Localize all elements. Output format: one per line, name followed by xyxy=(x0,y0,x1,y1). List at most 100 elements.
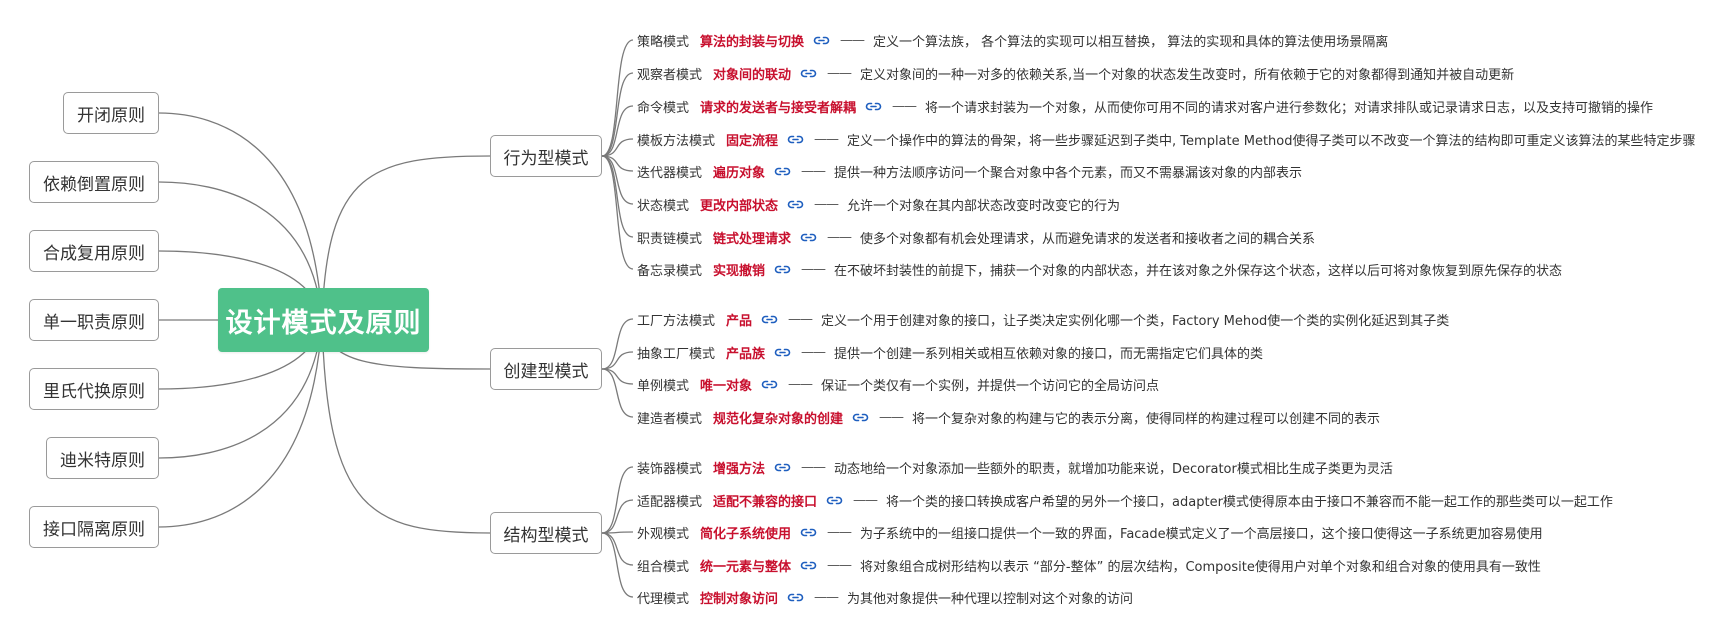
pattern-dash: —— xyxy=(879,409,904,425)
pattern-row[interactable]: 迭代器模式 遍历对象 —— 提供一种方法顺序访问一个聚合对象中各个元素，而又不需暴漏该… xyxy=(637,157,1302,185)
pattern-dash: —— xyxy=(853,492,878,508)
link-icon[interactable] xyxy=(787,134,804,145)
pattern-description: 提供一种方法顺序访问一个聚合对象中各个元素，而又不需暴漏该对象的内部表示 xyxy=(834,165,1303,181)
pattern-row[interactable]: 组合模式 统一元素与整体 —— 将对象组合成树形结构以表示 “部分-整体” 的层次结构… xyxy=(637,551,1541,579)
principle-label: 接口隔离原则 xyxy=(43,519,145,540)
pattern-row[interactable]: 外观模式 简化子系统使用 —— 为子系统中的一组接口提供一个一致的界面，Facade模… xyxy=(637,518,1543,546)
pattern-keyword: 简化子系统使用 xyxy=(700,526,792,542)
pattern-keyword: 算法的封装与切换 xyxy=(700,34,805,50)
pattern-row[interactable]: 职责链模式 链式处理请求 —— 使多个对象都有机会处理请求，从而避免请求的发送者和接收… xyxy=(637,223,1315,251)
pattern-connector xyxy=(601,499,634,534)
link-icon[interactable] xyxy=(761,314,778,325)
pattern-keyword: 实现撤销 xyxy=(713,263,766,279)
link-icon[interactable] xyxy=(800,560,817,571)
pattern-name: 策略模式 xyxy=(637,34,690,50)
link-icon[interactable] xyxy=(787,199,804,210)
pattern-connector xyxy=(601,39,634,157)
pattern-description: 使多个对象都有机会处理请求，从而避免请求的发送者和接收者之间的耦合关系 xyxy=(860,231,1316,247)
pattern-row[interactable]: 抽象工厂模式 产品族 —— 提供一个创建一系列相关或相互依赖对象的接口，而无需指定它们… xyxy=(637,338,1263,366)
principle-label: 开闭原则 xyxy=(77,105,145,126)
pattern-description: 定义一个操作中的算法的骨架，将一些步骤延迟到子类中, Template Meth… xyxy=(847,133,1696,149)
pattern-description: 将一个类的接口转换成客户希望的另外一个接口，adapter模式使得原本由于接口不… xyxy=(886,494,1613,510)
pattern-name: 命令模式 xyxy=(637,100,690,116)
pattern-connector xyxy=(601,155,634,238)
link-icon[interactable] xyxy=(774,264,791,275)
pattern-connector xyxy=(601,318,634,370)
pattern-dash: —— xyxy=(892,98,917,114)
link-icon[interactable] xyxy=(800,527,817,538)
pattern-name: 外观模式 xyxy=(637,526,690,542)
principle-node-demeter[interactable]: 迪米特原则 xyxy=(46,437,159,479)
category-node-behavioral[interactable]: 行为型模式 xyxy=(490,135,602,177)
pattern-row[interactable]: 模板方法模式 固定流程 —— 定义一个操作中的算法的骨架，将一些步骤延迟到子类中, T… xyxy=(637,125,1696,153)
root-label: 设计模式及原则 xyxy=(225,307,422,339)
category-node-creational[interactable]: 创建型模式 xyxy=(490,348,602,390)
pattern-dash: —— xyxy=(814,131,839,147)
pattern-name: 工厂方法模式 xyxy=(637,313,716,329)
pattern-keyword: 产品 xyxy=(726,313,753,329)
link-icon[interactable] xyxy=(787,592,804,603)
pattern-description: 定义对象间的一种一对多的依赖关系,当一个对象的状态发生改变时，所有依赖于它的对象… xyxy=(860,67,1515,83)
pattern-keyword: 对象间的联动 xyxy=(713,67,792,83)
pattern-row[interactable]: 单例模式 唯一对象 —— 保证一个类仅有一个实例，并提供一个访问它的全局访问点 xyxy=(637,370,1159,398)
pattern-dash: —— xyxy=(814,196,839,212)
principle-node-interface-segregation[interactable]: 接口隔离原则 xyxy=(29,506,159,548)
link-icon[interactable] xyxy=(774,166,791,177)
link-icon[interactable] xyxy=(826,495,843,506)
pattern-row[interactable]: 装饰器模式 增强方法 —— 动态地给一个对象添加一些额外的职责，就增加功能来说，Dec… xyxy=(637,453,1393,481)
category-node-structural[interactable]: 结构型模式 xyxy=(490,512,602,554)
pattern-name: 适配器模式 xyxy=(637,494,703,510)
link-icon[interactable] xyxy=(800,232,817,243)
link-icon[interactable] xyxy=(761,379,778,390)
pattern-connector xyxy=(601,72,634,157)
pattern-keyword: 唯一对象 xyxy=(700,378,753,394)
pattern-keyword: 适配不兼容的接口 xyxy=(713,494,818,510)
pattern-name: 建造者模式 xyxy=(637,411,703,427)
pattern-row[interactable]: 代理模式 控制对象访问 —— 为其他对象提供一种代理以控制对这个对象的访问 xyxy=(637,583,1133,611)
pattern-keyword: 控制对象访问 xyxy=(700,591,779,607)
principle-node-single-responsibility[interactable]: 单一职责原则 xyxy=(29,299,159,341)
principle-label: 单一职责原则 xyxy=(43,312,145,333)
pattern-row[interactable]: 状态模式 更改内部状态 —— 允许一个对象在其内部状态改变时改变它的行为 xyxy=(637,190,1120,218)
pattern-description: 将对象组合成树形结构以表示 “部分-整体” 的层次结构，Composite使得用… xyxy=(860,559,1541,575)
pattern-description: 在不破坏封装性的前提下，捕获一个对象的内部状态，并在该对象之外保存这个状态，这样… xyxy=(834,263,1563,279)
link-icon[interactable] xyxy=(774,462,791,473)
principle-label: 迪米特原则 xyxy=(60,450,145,471)
pattern-connector xyxy=(601,155,634,270)
pattern-row[interactable]: 工厂方法模式 产品 —— 定义一个用于创建对象的接口，让子类决定实例化哪一个类，Fac… xyxy=(637,305,1449,333)
pattern-row[interactable]: 适配器模式 适配不兼容的接口 —— 将一个类的接口转换成客户希望的另外一个接口，ada… xyxy=(637,486,1613,514)
pattern-description: 将一个复杂对象的构建与它的表示分离，使得同样的构建过程可以创建不同的表示 xyxy=(912,411,1381,427)
pattern-name: 观察者模式 xyxy=(637,67,703,83)
pattern-name: 状态模式 xyxy=(637,198,690,214)
pattern-row[interactable]: 策略模式 算法的封装与切换 —— 定义一个算法族， 各个算法的实现可以相互替换， 算法… xyxy=(637,26,1388,54)
principle-node-composite-reuse[interactable]: 合成复用原则 xyxy=(29,230,159,272)
pattern-dash: —— xyxy=(801,163,826,179)
principle-label: 依赖倒置原则 xyxy=(43,174,145,195)
link-icon[interactable] xyxy=(813,35,830,46)
pattern-row[interactable]: 备忘录模式 实现撤销 —— 在不破坏封装性的前提下，捕获一个对象的内部状态，并在该对象… xyxy=(637,255,1562,283)
category-label: 创建型模式 xyxy=(503,361,589,382)
link-icon[interactable] xyxy=(865,101,882,112)
pattern-keyword: 增强方法 xyxy=(713,461,766,477)
pattern-row[interactable]: 建造者模式 规范化复杂对象的创建 —— 将一个复杂对象的构建与它的表示分离，使得同样的… xyxy=(637,403,1380,431)
pattern-dash: —— xyxy=(788,311,813,327)
principle-label: 里氏代换原则 xyxy=(43,381,145,402)
root-node[interactable]: 设计模式及原则 xyxy=(218,288,429,352)
principle-node-dependency-inversion[interactable]: 依赖倒置原则 xyxy=(29,161,159,203)
pattern-description: 动态地给一个对象添加一些额外的职责，就增加功能来说，Decorator模式相比生… xyxy=(834,461,1393,477)
pattern-row[interactable]: 观察者模式 对象间的联动 —— 定义对象间的一种一对多的依赖关系,当一个对象的状态发生… xyxy=(637,59,1514,87)
pattern-description: 为其他对象提供一种代理以控制对这个对象的访问 xyxy=(847,591,1134,607)
pattern-name: 组合模式 xyxy=(637,559,690,575)
pattern-keyword: 链式处理请求 xyxy=(713,231,792,247)
pattern-dash: —— xyxy=(788,376,813,392)
pattern-dash: —— xyxy=(814,589,839,605)
pattern-dash: —— xyxy=(801,459,826,475)
principle-node-liskov-substitution[interactable]: 里氏代换原则 xyxy=(29,368,159,410)
link-icon[interactable] xyxy=(852,412,869,423)
pattern-name: 备忘录模式 xyxy=(637,263,703,279)
principle-node-open-closed[interactable]: 开闭原则 xyxy=(63,92,159,134)
link-icon[interactable] xyxy=(774,347,791,358)
pattern-row[interactable]: 命令模式 请求的发送者与接受者解耦 —— 将一个请求封装为一个对象，从而使你可用不同的… xyxy=(637,92,1653,120)
link-icon[interactable] xyxy=(800,68,817,79)
pattern-description: 定义一个用于创建对象的接口，让子类决定实例化哪一个类，Factory Mehod… xyxy=(821,313,1450,329)
